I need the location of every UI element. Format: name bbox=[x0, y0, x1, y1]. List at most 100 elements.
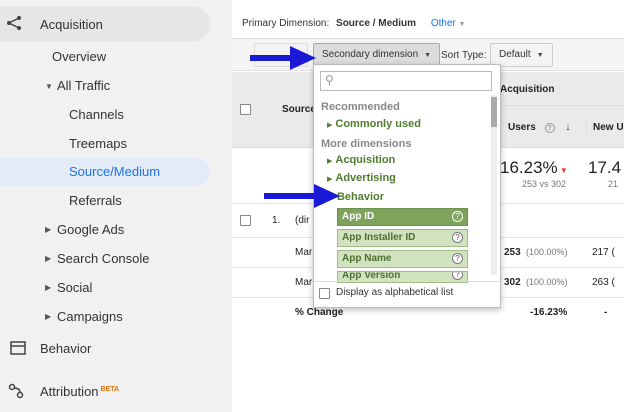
more-dimensions-heading: More dimensions bbox=[321, 138, 412, 150]
dimension-search-input[interactable]: ⚲ bbox=[320, 71, 492, 91]
row-checkbox[interactable] bbox=[240, 215, 251, 226]
primary-dimension-value[interactable]: Source / Medium bbox=[336, 18, 416, 29]
scrollbar-thumb[interactable] bbox=[491, 97, 497, 127]
help-icon: ? bbox=[544, 123, 555, 133]
summary-users-value: 16.23% bbox=[500, 158, 558, 177]
option-label: App Installer ID bbox=[342, 232, 416, 243]
chevron-down-icon: ▼ bbox=[458, 21, 466, 28]
row-users-pct: (100.00%) bbox=[526, 247, 568, 257]
category-label: Advertising bbox=[335, 172, 396, 184]
search-icon: ⚲ bbox=[325, 73, 334, 87]
acquisition-band: Acquisition bbox=[490, 72, 624, 106]
sidebar: Acquisition Overview ▼ All Traffic Chann… bbox=[0, 0, 232, 412]
sidebar-item-label: Campaigns bbox=[57, 309, 123, 324]
row-label: Mar bbox=[295, 247, 313, 258]
sort-arrow-down-icon: ↓ bbox=[565, 122, 571, 133]
sidebar-item-label: Google Ads bbox=[57, 222, 125, 237]
caret-right-icon: ▶ bbox=[45, 312, 52, 321]
recommended-heading: Recommended bbox=[321, 101, 400, 113]
annotation-arrow-behavior bbox=[264, 184, 340, 208]
sidebar-item-treemaps[interactable]: Treemaps bbox=[0, 134, 210, 154]
sidebar-item-label: Treemaps bbox=[69, 136, 128, 151]
chevron-down-icon: ▼ bbox=[424, 52, 432, 59]
caret-down-icon: ▼ bbox=[45, 82, 53, 91]
dimension-option-app-installer-id[interactable]: App Installer ID? bbox=[337, 229, 468, 247]
sidebar-item-google-ads[interactable]: ▶ Google Ads bbox=[0, 220, 210, 240]
header-users[interactable]: Users ? ↓ bbox=[508, 122, 570, 133]
caret-right-icon: ▶ bbox=[327, 122, 333, 129]
beta-badge: BETA bbox=[100, 385, 120, 393]
acquisition-band-label: Acquisition bbox=[500, 84, 555, 95]
help-icon[interactable]: ? bbox=[452, 272, 463, 280]
select-all-checkbox[interactable] bbox=[240, 104, 251, 115]
sidebar-item-all-traffic[interactable]: ▼ All Traffic bbox=[0, 76, 210, 96]
alphabetical-toggle[interactable]: Display as alphabetical list bbox=[314, 281, 500, 307]
sidebar-item-label: Referrals bbox=[69, 193, 122, 208]
row-new-users: 217 ( bbox=[592, 247, 615, 258]
down-arrow-icon: ▼ bbox=[557, 166, 568, 175]
category-label: Acquisition bbox=[335, 154, 396, 166]
caret-right-icon: ▶ bbox=[327, 158, 333, 165]
help-icon[interactable]: ? bbox=[452, 211, 463, 222]
help-icon[interactable]: ? bbox=[452, 232, 463, 243]
row-users: 253 bbox=[504, 247, 521, 258]
row-label[interactable]: (dir bbox=[295, 215, 309, 226]
header-source[interactable]: Source bbox=[282, 104, 316, 115]
summary-users-pct: 16.23% ▼ bbox=[500, 158, 568, 178]
sort-type-value: Default bbox=[499, 49, 531, 60]
dimension-option-app-id[interactable]: App ID? bbox=[337, 208, 468, 226]
row-users: -16.23% bbox=[530, 307, 568, 318]
summary-new-users-vs: 21 bbox=[608, 179, 619, 189]
header-new-users[interactable]: New Us bbox=[586, 122, 624, 133]
row-users-pct: (100.00%) bbox=[526, 277, 568, 287]
sidebar-item-channels[interactable]: Channels bbox=[0, 105, 210, 125]
row-new-users: 263 ( bbox=[592, 277, 615, 288]
chevron-down-icon: ▼ bbox=[536, 52, 544, 59]
primary-dimension-label: Primary Dimension: bbox=[242, 18, 330, 29]
sidebar-item-referrals[interactable]: Referrals bbox=[0, 191, 210, 211]
summary-users-vs: 253 vs 302 bbox=[522, 179, 567, 189]
alphabetical-label: Display as alphabetical list bbox=[336, 287, 454, 298]
dimension-option-app-name[interactable]: App Name? bbox=[337, 250, 468, 268]
option-label: App Version bbox=[342, 271, 401, 281]
sidebar-item-label: Acquisition bbox=[40, 17, 103, 32]
sidebar-item-label: Attribution BETA bbox=[40, 384, 119, 399]
sidebar-item-label: Overview bbox=[52, 49, 107, 64]
secondary-dimension-label: Secondary dimension bbox=[322, 49, 419, 60]
sidebar-item-label: Channels bbox=[69, 107, 124, 122]
dropdown-scrollbar[interactable] bbox=[491, 95, 497, 275]
row-number: 1. bbox=[272, 215, 281, 226]
other-label: Other bbox=[430, 18, 456, 29]
help-icon[interactable]: ? bbox=[452, 253, 463, 264]
sidebar-item-acquisition[interactable]: Acquisition bbox=[0, 6, 210, 42]
caret-right-icon: ▶ bbox=[327, 176, 333, 183]
sidebar-item-attribution[interactable]: Attribution BETA bbox=[0, 378, 210, 402]
option-label: App Name bbox=[342, 253, 392, 264]
category-label: Commonly used bbox=[335, 118, 421, 130]
sidebar-item-label: Social bbox=[57, 280, 93, 295]
sidebar-item-label: Search Console bbox=[57, 251, 150, 266]
summary-new-users: 17.4 bbox=[588, 158, 622, 177]
sort-type-label: Sort Type: bbox=[441, 50, 487, 61]
sidebar-item-social[interactable]: ▶ Social bbox=[0, 278, 210, 298]
primary-dimension: Primary Dimension: Source / Medium Other… bbox=[242, 18, 466, 29]
sidebar-item-overview[interactable]: Overview bbox=[0, 47, 210, 67]
other-dimension-link[interactable]: Other ▼ bbox=[431, 18, 466, 29]
header-users-label: Users bbox=[508, 122, 536, 133]
caret-right-icon: ▶ bbox=[45, 254, 52, 263]
caret-right-icon: ▶ bbox=[45, 225, 52, 234]
category-commonly-used[interactable]: ▶ Commonly used bbox=[327, 118, 421, 130]
sidebar-item-search-console[interactable]: ▶ Search Console bbox=[0, 249, 210, 269]
sidebar-item-behavior[interactable]: Behavior bbox=[0, 337, 210, 359]
sidebar-item-campaigns[interactable]: ▶ Campaigns bbox=[0, 307, 210, 327]
sidebar-item-source-medium[interactable]: Source/Medium bbox=[0, 158, 210, 186]
caret-right-icon: ▶ bbox=[45, 283, 52, 292]
row-users: 302 bbox=[504, 277, 521, 288]
attribution-icon bbox=[8, 383, 24, 402]
row-new-users: - bbox=[604, 307, 608, 318]
category-acquisition[interactable]: ▶ Acquisition bbox=[327, 154, 395, 166]
alphabetical-checkbox[interactable] bbox=[319, 288, 330, 299]
row-label: % Change bbox=[295, 307, 344, 318]
behavior-icon bbox=[10, 341, 26, 358]
option-label: App ID bbox=[342, 211, 375, 222]
